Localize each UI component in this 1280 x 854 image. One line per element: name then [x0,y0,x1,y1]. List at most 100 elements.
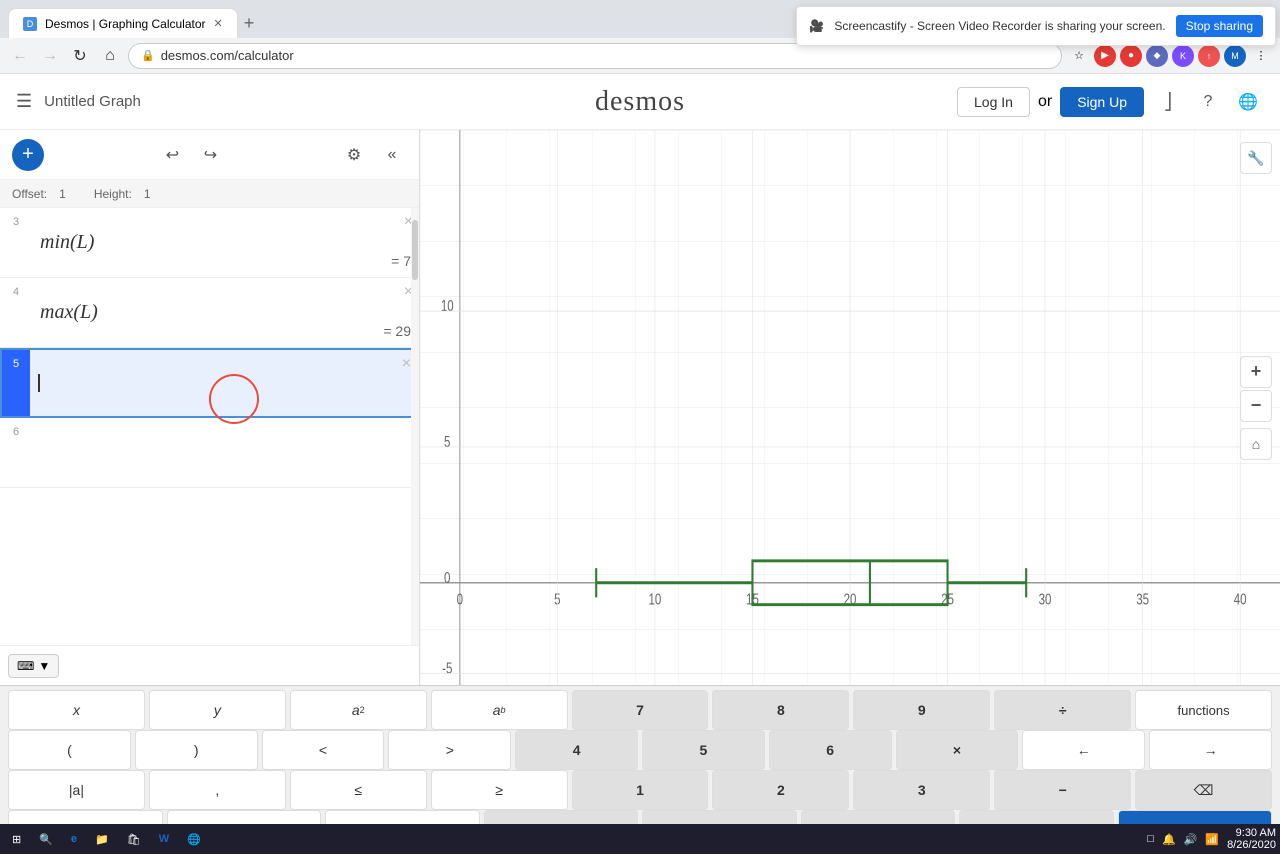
key-multiply[interactable]: × [896,730,1019,770]
stop-sharing-button[interactable]: Stop sharing [1176,15,1263,37]
extension-icon-4[interactable]: K [1172,45,1194,67]
share-icon[interactable]: ⎦ [1152,86,1184,118]
key-x[interactable]: x [8,690,145,730]
signup-button[interactable]: Sign Up [1060,87,1144,117]
expr-body-5[interactable] [30,350,417,416]
settings-button[interactable]: ⚙ [339,140,369,170]
extension-icon-1[interactable]: ▶ [1094,45,1116,67]
height-value: 1 [144,187,151,201]
expr-body-6[interactable] [32,418,419,487]
notification-bar: 🎥 Screencastify - Screen Video Recorder … [796,6,1276,46]
extension-icon-2[interactable]: ● [1120,45,1142,67]
expr-num-6: 6 [0,418,32,487]
key-open-paren[interactable]: ( [8,730,131,770]
key-6[interactable]: 6 [769,730,892,770]
expr-num-4: 4 [0,278,32,347]
tab-favicon: D [23,17,37,31]
taskbar-edge[interactable]: e [63,826,85,852]
login-button[interactable]: Log In [957,87,1030,117]
volume-icon[interactable]: 🔊 [1184,833,1198,846]
keyboard-row-2: ( ) < > 4 5 6 × ← → [8,730,1272,770]
key-2[interactable]: 2 [712,770,849,810]
height-label: Height: [94,187,132,201]
key-abs[interactable]: |a| [8,770,145,810]
key-1[interactable]: 1 [572,770,709,810]
browser-tab[interactable]: D Desmos | Graphing Calculator ✕ [8,8,238,38]
taskbar-word[interactable]: W [151,826,177,852]
extension-icon-5[interactable]: ↑ [1198,45,1220,67]
globe-icon[interactable]: 🌐 [1232,86,1264,118]
key-leq[interactable]: ≤ [290,770,427,810]
keyboard-row-1: x y a2 ab 7 8 9 ÷ functions [8,690,1272,730]
expr-body-3[interactable]: min(L) [32,208,383,277]
keyboard-toggle-button[interactable]: ⌨ ▼ [8,654,59,678]
key-5[interactable]: 5 [642,730,765,770]
expr-close-5[interactable]: × [402,356,411,372]
network-icon[interactable]: 📶 [1205,833,1219,846]
windows-icon: ⊞ [12,833,21,846]
key-a-b[interactable]: ab [431,690,568,730]
taskbar-start[interactable]: ⊞ [4,826,29,852]
key-4[interactable]: 4 [515,730,638,770]
zoom-in-button[interactable]: + [1240,356,1272,388]
key-arrow-left[interactable]: ← [1022,730,1145,770]
app-title: Untitled Graph [44,93,141,110]
undo-button[interactable]: ↩ [158,140,188,170]
key-greater-than[interactable]: > [388,730,511,770]
taskbar-files[interactable]: 📁 [87,826,117,852]
key-functions[interactable]: functions [1135,690,1272,730]
keyboard-icon: ⌨ [17,659,34,673]
forward-button[interactable]: → [38,44,62,68]
taskbar-store[interactable]: 🛍 [119,826,149,852]
expr-body-4[interactable]: max(L) [32,278,375,347]
search-icon: 🔍 [39,833,53,846]
taskbar-chrome[interactable]: 🌐 [179,826,209,852]
keyboard-toggle-arrow: ▼ [38,659,50,673]
main-content: + ↩ ↪ ⚙ « Offset: 1 Height: 1 3 [0,130,1280,685]
key-backspace[interactable]: ⌫ [1135,770,1272,810]
key-7[interactable]: 7 [572,690,709,730]
home-button[interactable]: ⌂ [98,44,122,68]
key-minus[interactable]: − [994,770,1131,810]
key-a-squared[interactable]: a2 [290,690,427,730]
svg-text:5: 5 [444,432,451,450]
scrollbar[interactable] [411,208,419,645]
key-3[interactable]: 3 [853,770,990,810]
notification-icon[interactable]: 🔔 [1162,833,1176,846]
key-geq[interactable]: ≥ [431,770,568,810]
key-y[interactable]: y [149,690,286,730]
extension-icon-3[interactable]: ◆ [1146,45,1168,67]
taskbar-search[interactable]: 🔍 [31,826,61,852]
refresh-button[interactable]: ↻ [68,44,92,68]
zoom-out-button[interactable]: − [1240,390,1272,422]
key-8[interactable]: 8 [712,690,849,730]
url-box[interactable]: 🔒 desmos.com/calculator [128,43,1062,69]
back-button[interactable]: ← [8,44,32,68]
collapse-button[interactable]: « [377,140,407,170]
profile-icon[interactable]: M [1224,45,1246,67]
bookmark-icon[interactable]: ☆ [1068,45,1090,67]
help-icon[interactable]: ? [1192,86,1224,118]
key-divide[interactable]: ÷ [994,690,1131,730]
key-arrow-right[interactable]: → [1149,730,1272,770]
menu-icon[interactable]: ☰ [16,91,32,112]
key-9[interactable]: 9 [853,690,990,730]
tab-close-btn[interactable]: ✕ [214,17,223,30]
new-tab-button[interactable]: + [244,13,255,34]
home-view-button[interactable]: ⌂ [1240,428,1272,460]
scrollbar-thumb[interactable] [412,220,418,280]
desmos-logo: desmos [595,86,685,118]
app-header: ☰ Untitled Graph desmos Log In or Sign U… [0,74,1280,130]
key-close-paren[interactable]: ) [135,730,258,770]
wrench-button[interactable]: 🔧 [1240,142,1272,174]
panel-top-partial: Offset: 1 Height: 1 [0,180,419,208]
key-comma[interactable]: , [149,770,286,810]
or-label: or [1038,93,1052,111]
redo-button[interactable]: ↪ [196,140,226,170]
key-less-than[interactable]: < [262,730,385,770]
more-options-icon[interactable]: ⋮ [1250,45,1272,67]
add-expression-button[interactable]: + [12,139,44,171]
taskbar-clock[interactable]: 9:30 AM 8/26/2020 [1227,827,1276,851]
keyboard-toggle: ⌨ ▼ [0,645,419,685]
taskbar-show-desktop[interactable]: □ [1147,833,1154,845]
